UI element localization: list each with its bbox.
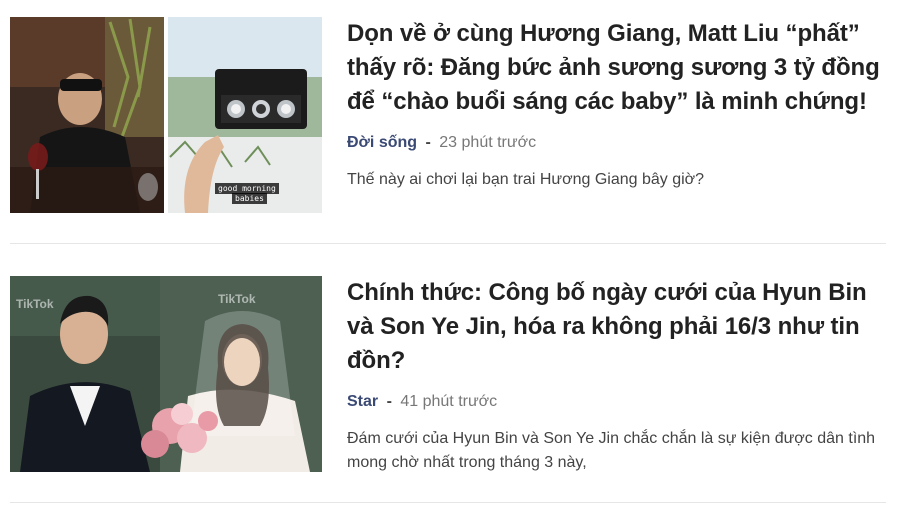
category-link[interactable]: Star (347, 393, 378, 410)
publish-time: 41 phút trước (400, 393, 498, 410)
article-summary: Đám cưới của Hyun Bin và Son Ye Jin chắc… (347, 430, 876, 471)
article-item: TikTok TikTok Chính thức: Công bố ngày c… (10, 276, 886, 472)
image-caption-line: babies (232, 193, 267, 204)
thumbnail-photo-couple (10, 276, 322, 472)
article-body: Dọn về ở cùng Hương Giang, Matt Liu “phấ… (347, 17, 887, 192)
article-title[interactable]: Dọn về ở cùng Hương Giang, Matt Liu “phấ… (347, 17, 887, 119)
article-meta: Đời sống - 23 phút trước (347, 132, 887, 154)
article-thumbnail[interactable]: good morning babies (10, 17, 322, 213)
tiktok-watermark: TikTok (218, 292, 256, 306)
article-summary: Thế này ai chơi lại bạn trai Hương Giang… (347, 171, 705, 188)
article-thumbnail[interactable]: TikTok TikTok (10, 276, 322, 472)
news-feed: good morning babies Dọn về ở cùng Hương … (0, 0, 909, 517)
tiktok-watermark: TikTok (16, 297, 54, 311)
divider (10, 243, 886, 244)
category-link[interactable]: Đời sống (347, 134, 417, 151)
article-item: good morning babies Dọn về ở cùng Hương … (10, 17, 886, 213)
article-meta: Star - 41 phút trước (347, 391, 887, 413)
meta-separator: - (425, 134, 431, 151)
article-title[interactable]: Chính thức: Công bố ngày cưới của Hyun B… (347, 276, 887, 378)
meta-separator: - (386, 393, 392, 410)
article-body: Chính thức: Công bố ngày cưới của Hyun B… (347, 276, 887, 475)
divider (10, 502, 886, 503)
publish-time: 23 phút trước (439, 134, 537, 151)
